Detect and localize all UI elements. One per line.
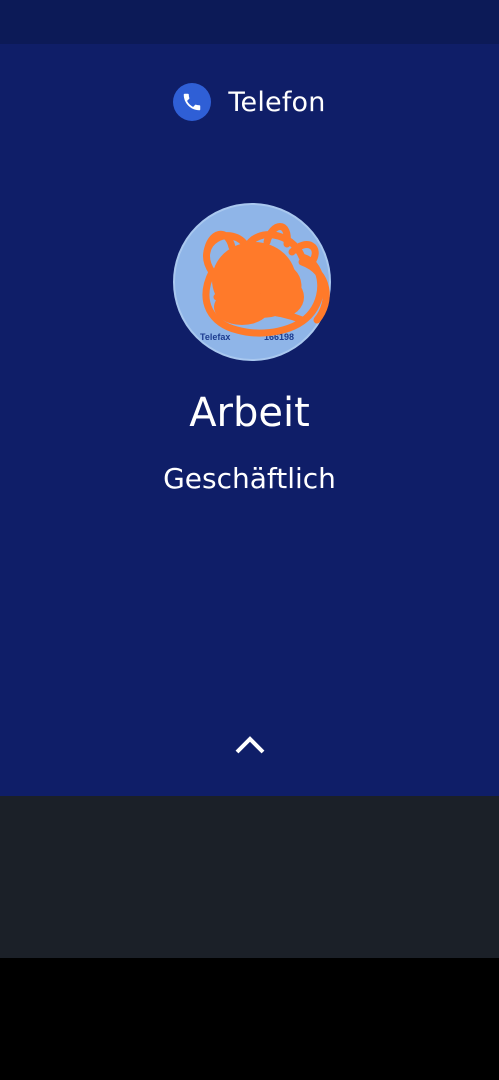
incoming-call-screen: Telefon Telefax 166198 Arbeit Geschäftli… [0,44,499,796]
app-header: Telefon [0,82,499,122]
app-name: Telefon [228,86,326,118]
status-bar [0,0,499,44]
caller-avatar: Telefax 166198 [172,202,332,362]
phone-icon [173,83,212,121]
caller-label: Geschäftlich [163,462,336,495]
chevron-up-icon [235,736,265,754]
caller-name: Arbeit [189,390,310,436]
navigation-bar [0,958,499,1080]
bottom-area [0,796,499,958]
avatar-text-label: Telefax [200,332,230,342]
swipe-up-handle[interactable] [226,728,274,762]
